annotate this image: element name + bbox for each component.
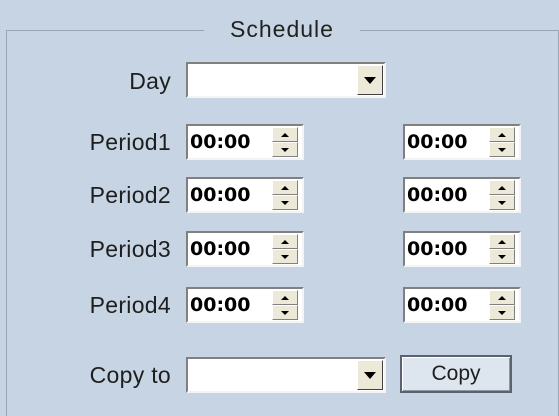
period1-start-increment-button[interactable]: [272, 127, 298, 142]
period3-label: Period3: [89, 236, 171, 262]
day-dropdown-button[interactable]: [357, 65, 383, 95]
arrow-down-icon: [498, 310, 506, 315]
period2-start-increment-button[interactable]: [272, 180, 298, 195]
period4-end-time[interactable]: 00:00: [403, 287, 521, 323]
period4-start-time[interactable]: 00:00: [186, 287, 304, 323]
period1-label: Period1: [89, 129, 171, 155]
period3-start-value: 00:00: [190, 238, 251, 260]
period1-start-value: 00:00: [190, 131, 251, 153]
arrow-down-icon: [281, 310, 289, 315]
arrow-up-icon: [281, 185, 289, 190]
copy-button[interactable]: Copy: [400, 355, 512, 393]
arrow-up-icon: [498, 185, 506, 190]
copy-to-dropdown-button[interactable]: [357, 360, 383, 390]
day-dropdown[interactable]: [186, 62, 386, 98]
arrow-down-icon: [498, 254, 506, 259]
period1-start-decrement-button[interactable]: [272, 142, 298, 157]
period4-label: Period4: [89, 292, 171, 318]
period2-start-time[interactable]: 00:00: [186, 177, 304, 213]
period2-start-value: 00:00: [190, 184, 251, 206]
day-label: Day: [129, 68, 171, 94]
arrow-up-icon: [498, 132, 506, 137]
period3-start-increment-button[interactable]: [272, 234, 298, 249]
period1-start-time[interactable]: 00:00: [186, 124, 304, 160]
period2-end-value: 00:00: [407, 184, 468, 206]
period3-start-time[interactable]: 00:00: [186, 231, 304, 267]
arrow-down-icon: [281, 254, 289, 259]
period3-start-decrement-button[interactable]: [272, 249, 298, 264]
copy-to-label: Copy to: [89, 362, 171, 388]
schedule-title: Schedule: [204, 12, 360, 46]
chevron-down-icon: [364, 76, 376, 84]
period3-end-decrement-button[interactable]: [489, 249, 515, 264]
period2-label: Period2: [89, 182, 171, 208]
period2-end-increment-button[interactable]: [489, 180, 515, 195]
period4-start-decrement-button[interactable]: [272, 305, 298, 320]
period4-start-value: 00:00: [190, 294, 251, 316]
chevron-down-icon: [364, 371, 376, 379]
copy-to-dropdown[interactable]: [186, 357, 386, 393]
period4-start-increment-button[interactable]: [272, 290, 298, 305]
period2-end-time[interactable]: 00:00: [403, 177, 521, 213]
arrow-up-icon: [281, 239, 289, 244]
arrow-down-icon: [498, 147, 506, 152]
period1-end-time[interactable]: 00:00: [403, 124, 521, 160]
period3-end-value: 00:00: [407, 238, 468, 260]
period3-end-time[interactable]: 00:00: [403, 231, 521, 267]
arrow-up-icon: [281, 295, 289, 300]
period1-end-decrement-button[interactable]: [489, 142, 515, 157]
arrow-up-icon: [498, 295, 506, 300]
arrow-down-icon: [281, 200, 289, 205]
period1-end-value: 00:00: [407, 131, 468, 153]
arrow-up-icon: [281, 132, 289, 137]
period4-end-increment-button[interactable]: [489, 290, 515, 305]
period4-end-value: 00:00: [407, 294, 468, 316]
period2-start-decrement-button[interactable]: [272, 195, 298, 210]
period4-end-decrement-button[interactable]: [489, 305, 515, 320]
period3-end-increment-button[interactable]: [489, 234, 515, 249]
arrow-up-icon: [498, 239, 506, 244]
schedule-panel: Schedule Day Period1 00:00 00:00 Period2…: [0, 0, 559, 416]
arrow-down-icon: [498, 200, 506, 205]
arrow-down-icon: [281, 147, 289, 152]
period1-end-increment-button[interactable]: [489, 127, 515, 142]
period2-end-decrement-button[interactable]: [489, 195, 515, 210]
